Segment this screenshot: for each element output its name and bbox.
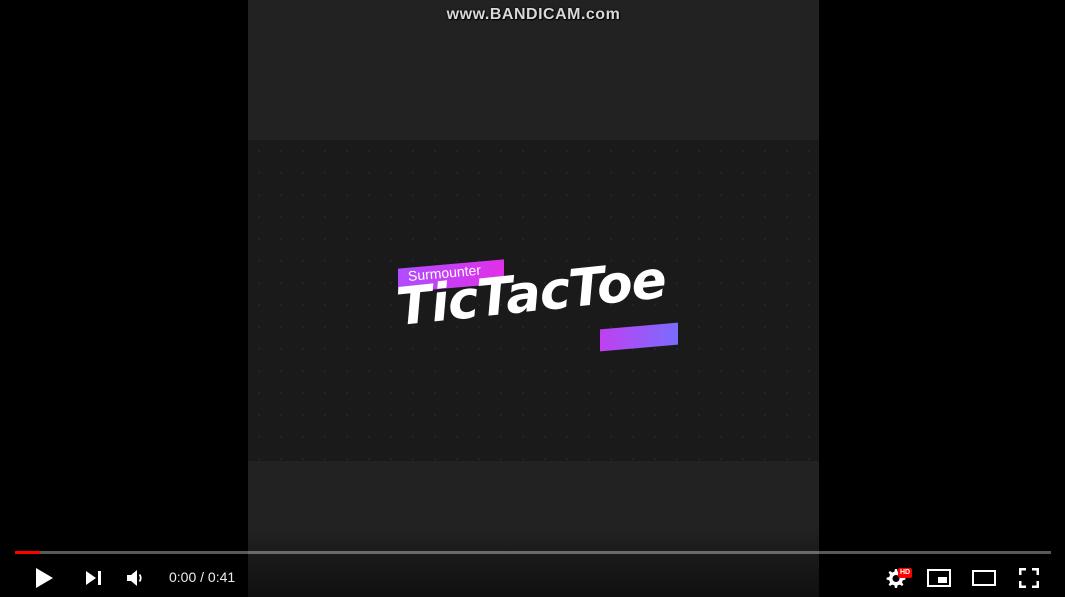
player-controls: 0:00 / 0:41 HD (0, 558, 1065, 597)
theater-mode-button[interactable] (965, 558, 1003, 597)
settings-button[interactable]: HD (876, 558, 914, 597)
time-separator: / (196, 569, 208, 585)
fullscreen-icon (1019, 567, 1039, 588)
hd-badge: HD (898, 568, 913, 578)
miniplayer-icon (927, 568, 951, 587)
time-display: 0:00 / 0:41 (169, 558, 235, 597)
play-icon (36, 567, 53, 588)
bandicam-watermark: www.BANDICAM.com (446, 6, 621, 23)
play-button[interactable] (26, 558, 62, 597)
miniplayer-button[interactable] (920, 558, 958, 597)
progress-bar[interactable] (15, 551, 1051, 554)
logo-underline-pill (600, 322, 678, 352)
video-content: www.BANDICAM.com Surmounter TicTacToe (248, 0, 819, 597)
theater-mode-icon (972, 569, 996, 586)
video-player[interactable]: www.BANDICAM.com Surmounter TicTacToe 0:… (0, 0, 1065, 597)
next-video-button[interactable] (78, 558, 110, 597)
fullscreen-button[interactable] (1010, 558, 1048, 597)
game-logo: Surmounter TicTacToe (394, 250, 698, 370)
mute-button[interactable] (120, 558, 152, 597)
volume-icon (127, 569, 142, 586)
progress-played (15, 551, 40, 554)
logo-title: TicTacToe (393, 250, 669, 338)
next-icon (86, 570, 101, 585)
game-splash-screen: Surmounter TicTacToe (248, 140, 819, 461)
current-time: 0:00 (169, 569, 197, 585)
duration: 0:41 (207, 569, 236, 585)
